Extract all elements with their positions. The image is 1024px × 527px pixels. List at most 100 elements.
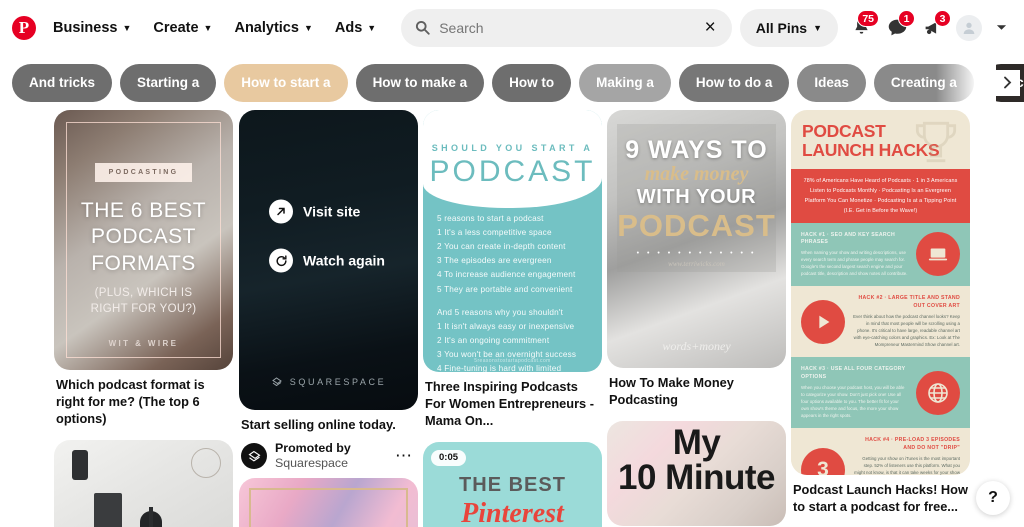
nav-item-create[interactable]: Create ▼ — [142, 12, 223, 44]
filter-chip[interactable]: How to — [492, 63, 572, 102]
filter-chip[interactable]: Making a — [579, 63, 671, 102]
account-menu-chevron-down-icon[interactable] — [988, 15, 1014, 41]
pin-url: 5reasonstostartapodcast.com — [474, 358, 551, 364]
visit-site-label: Visit site — [303, 203, 361, 220]
clear-search-icon[interactable]: × — [701, 18, 720, 37]
nav-item-analytics[interactable]: Analytics ▼ — [223, 12, 323, 44]
nav-label: Create — [153, 19, 199, 36]
filter-chip-label: How to — [509, 75, 555, 90]
pin-image: PODCAST LAUNCH HACKS 78% of Americans Ha… — [791, 110, 970, 475]
pin-tag-label: PODCASTING — [94, 162, 193, 182]
filter-chip-label: Ideas — [814, 75, 849, 90]
pin-title: PODCAST — [429, 155, 596, 188]
pin-subtitle-line-2: RIGHT FOR YOU?) — [90, 302, 197, 315]
filter-chip[interactable]: How to start a — [224, 63, 348, 102]
video-actions: Visit site Watch again — [269, 199, 385, 273]
pin-title-line-2: make money — [644, 163, 749, 185]
pin-title-line-2: 10 Minute — [618, 457, 775, 497]
section-title: HACK #1 · SEO AND KEY SEARCH PHRASES — [801, 231, 896, 246]
megaphone-icon[interactable]: 3 — [916, 9, 951, 45]
trophy-icon — [915, 121, 957, 163]
pin-card-microphone[interactable] — [54, 439, 233, 527]
pin-title-line-3: FORMATS — [91, 251, 196, 275]
more-options-icon[interactable]: ⋯ — [392, 446, 416, 466]
pin-title-line-2: PODCAST — [90, 225, 196, 249]
brand-label: SQUARESPACE — [289, 377, 387, 387]
list-item: 4 To increase audience engagement — [437, 270, 576, 280]
pin-title-lines: My 10 Minute — [607, 425, 786, 495]
section-title: HACK #3 · USE ALL FOUR CATEGORY OPTIONS — [801, 366, 906, 380]
filter-chip[interactable]: How to do a — [678, 63, 790, 102]
visit-site-button[interactable]: Visit site — [269, 199, 385, 224]
video-duration-badge: 0:05 — [431, 449, 467, 466]
account-avatar[interactable] — [952, 11, 986, 45]
pin-title-line-2: Pinterest — [461, 497, 564, 527]
promoter-avatar[interactable] — [241, 443, 267, 470]
pin-image: My 10 Minute — [607, 420, 786, 526]
filter-chip[interactable]: Ideas — [797, 63, 866, 102]
filter-chip[interactable]: How to make a — [355, 63, 485, 102]
pin-image-pink-abstract[interactable] — [239, 477, 418, 527]
help-button[interactable]: ? — [976, 481, 1010, 515]
chevron-down-icon: ▼ — [303, 22, 313, 33]
pin-image: SHOULD YOU START A PODCAST 5 reasons to … — [423, 110, 602, 372]
filter-chip[interactable]: Creating a — [873, 63, 974, 102]
pin-subtitle-line-1: (PLUS, WHICH IS — [94, 287, 193, 300]
notifications-bell-icon[interactable]: 75 — [844, 9, 879, 45]
globe-icon — [916, 370, 960, 415]
filter-chip-label: How to do a — [695, 75, 773, 90]
pin-title-line-1: THE 6 BEST — [80, 198, 207, 222]
pinterest-logo-icon[interactable]: P — [12, 15, 36, 40]
microphone-stand-shape — [149, 506, 153, 527]
section-body: Getting your show on iTunes is the most … — [854, 455, 960, 475]
filter-chip[interactable]: Starting a — [120, 63, 217, 102]
avatar-image — [956, 14, 982, 41]
pin-grid: PODCASTING THE 6 BEST PODCAST FORMATS (P… — [0, 110, 1024, 527]
pin-image: 9 WAYS TO make money WITH YOUR PODCAST •… — [607, 110, 786, 368]
pin-image — [54, 439, 233, 527]
section-title: HACK #4 · PRE-LOAD 3 EPISODES AND DO NOT… — [865, 436, 960, 451]
search-input[interactable] — [439, 19, 692, 36]
filter-chip-label: Creating a — [890, 75, 957, 90]
watch-again-label: Watch again — [303, 252, 385, 269]
speaker-shape — [94, 492, 122, 527]
list-item: 3 The episodes are evergreen — [437, 256, 552, 266]
grid-column-2: Visit site Watch again SQUARESPACE Start… — [239, 110, 418, 527]
pin-image: PODCASTING THE 6 BEST PODCAST FORMATS (P… — [54, 110, 233, 370]
filter-chip-label: How to make a — [372, 75, 468, 90]
chips-scroll-right-button[interactable] — [994, 69, 1020, 96]
all-pins-label: All Pins — [755, 19, 808, 36]
infographic-section-2: HACK #2 · LARGE TITLE AND STAND OUT COVE… — [791, 286, 970, 358]
filter-chip[interactable]: And tricks — [12, 63, 113, 102]
nav-label: Analytics — [234, 19, 299, 36]
search-box[interactable]: × — [401, 8, 732, 47]
pin-card-10-minute[interactable]: My 10 Minute — [607, 420, 786, 526]
chevron-down-icon: ▼ — [367, 22, 377, 33]
list-item: 2 You can create in-depth content — [437, 242, 566, 252]
pin-video[interactable]: Visit site Watch again SQUARESPACE — [239, 110, 418, 410]
nav-item-business[interactable]: Business ▼ — [42, 12, 142, 44]
list-item: 1 It isn't always easy or inexpensive — [437, 321, 575, 331]
headphone-shape — [72, 449, 88, 480]
decorative-dots: • • • • • • • • • • • • — [636, 249, 757, 257]
pin-card-best-pinterest-video[interactable]: 0:05 THE BEST Pinterest — [423, 441, 602, 527]
pin-title-line-3: WITH YOUR — [636, 186, 757, 208]
pin-card-9-ways-make-money[interactable]: 9 WAYS TO make money WITH YOUR PODCAST •… — [607, 110, 786, 409]
pin-caption: Which podcast format is right for me? (T… — [56, 377, 205, 426]
section-body: Ever think about how the podcast channel… — [853, 313, 960, 348]
pin-card-podcast-formats[interactable]: PODCASTING THE 6 BEST PODCAST FORMATS (P… — [54, 110, 233, 428]
pin-card-should-you-start-podcast[interactable]: SHOULD YOU START A PODCAST 5 reasons to … — [423, 110, 602, 430]
header-icon-group: 75 1 3 — [844, 9, 1014, 45]
nav-item-ads[interactable]: Ads ▼ — [324, 12, 387, 44]
pin-video[interactable]: 0:05 THE BEST Pinterest — [423, 441, 602, 527]
pin-card-promoted-squarespace[interactable]: Visit site Watch again SQUARESPACE Start… — [239, 110, 418, 527]
grid-column-5: PODCAST LAUNCH HACKS 78% of Americans Ha… — [791, 110, 970, 527]
messages-icon[interactable]: 1 — [880, 9, 915, 45]
squarespace-logo-icon — [248, 450, 260, 462]
pin-kicker: SHOULD YOU START A — [431, 143, 594, 153]
filter-chip-label: How to start a — [241, 75, 331, 90]
all-pins-filter-dropdown[interactable]: All Pins ▼ — [739, 8, 838, 47]
pin-card-podcast-launch-hacks[interactable]: PODCAST LAUNCH HACKS 78% of Americans Ha… — [791, 110, 970, 516]
filter-chip-label: And tricks — [29, 75, 96, 90]
watch-again-button[interactable]: Watch again — [269, 248, 385, 273]
